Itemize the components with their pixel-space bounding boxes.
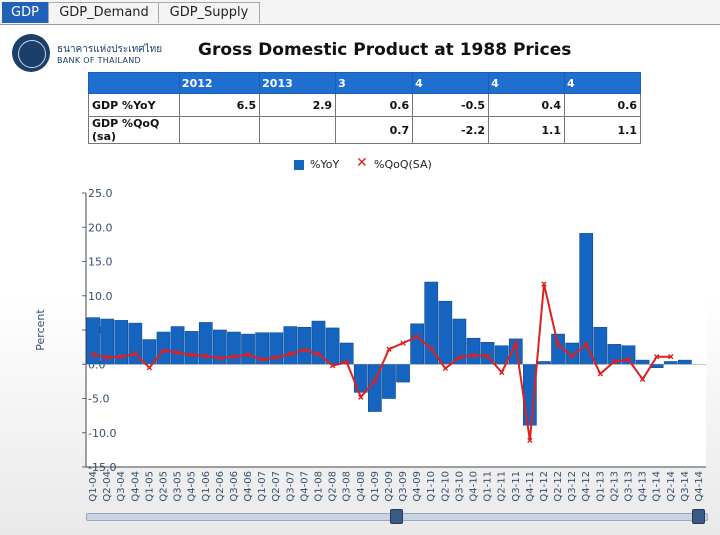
x-tick-label: Q1-08 (314, 471, 325, 502)
bar-yoy (466, 337, 481, 365)
bar-yoy (339, 342, 354, 365)
x-tick-label: Q2-11 (497, 471, 508, 502)
bar-yoy (438, 300, 453, 365)
bar-yoy (283, 326, 298, 365)
x-tick-label: Q1-06 (201, 471, 212, 502)
bar-yoy (325, 327, 340, 365)
x-tick-label: Q1-09 (370, 471, 381, 502)
x-tick-label: Q4-05 (187, 471, 198, 502)
x-tick-label: Q3-11 (511, 471, 522, 502)
bar-yoy (635, 359, 650, 365)
x-tick-label: Q2-07 (271, 471, 282, 502)
range-handle-right[interactable] (692, 509, 705, 524)
bar-yoy (156, 331, 171, 365)
bar-yoy (170, 326, 185, 365)
y-tick-label: -10.0 (88, 427, 116, 440)
bar-yoy (537, 361, 551, 365)
x-tick-label: Q2-13 (609, 471, 620, 502)
x-tick-label: Q4-12 (581, 471, 592, 502)
x-tick-label: Q4-08 (356, 471, 367, 502)
x-tick-label: Q1-14 (652, 471, 663, 502)
y-tick-label: 10.0 (88, 290, 113, 303)
x-tick-label: Q2-14 (666, 471, 677, 502)
x-tick-label: Q1-07 (257, 471, 268, 502)
bar-yoy (213, 329, 227, 365)
bar-yoy (227, 331, 241, 365)
x-tick-label: Q3-08 (342, 471, 353, 502)
x-tick-label: Q4-11 (525, 471, 536, 502)
x-tick-label: Q3-14 (680, 471, 691, 502)
x-tick-label: Q3-13 (624, 471, 635, 502)
x-tick-label: Q3-07 (285, 471, 296, 502)
x-tick-label: Q2-06 (215, 471, 226, 502)
bar-yoy (241, 333, 255, 365)
x-tick-label: Q3-04 (116, 471, 127, 502)
bar-yoy (593, 326, 608, 365)
x-tick-label: Q1-12 (539, 471, 550, 502)
y-tick-label: 15.0 (88, 256, 113, 269)
x-tick-label: Q2-12 (553, 471, 564, 502)
bar-yoy (198, 322, 213, 365)
x-tick-label: Q4-14 (694, 471, 705, 502)
y-tick-label: -5.0 (88, 393, 109, 406)
x-tick-label: Q3-10 (454, 471, 465, 502)
y-tick-label: 20.0 (88, 221, 113, 234)
x-tick-label: Q2-04 (102, 471, 113, 502)
range-handle-left[interactable] (390, 509, 403, 524)
x-tick-label: Q1-13 (595, 471, 606, 502)
bar-yoy (382, 363, 396, 399)
x-tick-label: Q1-04 (88, 471, 99, 502)
bar-yoy (184, 331, 199, 365)
bar-yoy (621, 345, 636, 365)
x-tick-label: Q3-05 (173, 471, 184, 502)
bar-yoy (424, 281, 439, 365)
x-tick-label: Q2-08 (328, 471, 339, 502)
gdp-chart: 25.020.015.010.05.00.0-5.0-10.0-15.0Perc… (34, 187, 706, 502)
bar-yoy (396, 363, 410, 383)
bar-yoy (410, 323, 424, 365)
x-tick-label: Q4-09 (412, 471, 423, 502)
bar-yoy (678, 359, 692, 365)
bar-yoy (86, 317, 100, 365)
x-tick-label: Q3-12 (567, 471, 578, 502)
bar-yoy (297, 326, 312, 365)
y-tick-label: 25.0 (88, 187, 113, 200)
x-tick-label: Q2-05 (159, 471, 170, 502)
x-tick-label: Q2-09 (384, 471, 395, 502)
x-tick-label: Q4-06 (243, 471, 254, 502)
x-tick-label: Q1-10 (426, 471, 437, 502)
x-tick-label: Q2-10 (440, 471, 451, 502)
x-tick-label: Q3-06 (229, 471, 240, 502)
x-tick-label: Q4-07 (299, 471, 310, 502)
x-tick-label: Q1-05 (144, 471, 155, 502)
x-tick-label: Q4-13 (638, 471, 649, 502)
x-tick-label: Q4-10 (469, 471, 480, 502)
x-tick-label: Q1-11 (483, 471, 494, 502)
bar-yoy (663, 361, 678, 365)
bar-yoy (269, 332, 284, 365)
x-tick-label: Q4-04 (130, 471, 141, 502)
gdp-page: GDP GDP_Demand GDP_Supply ธนาคารแห่งประเ… (0, 0, 720, 535)
x-tick-label: Q3-09 (398, 471, 409, 502)
y-axis-label: Percent (34, 309, 47, 351)
